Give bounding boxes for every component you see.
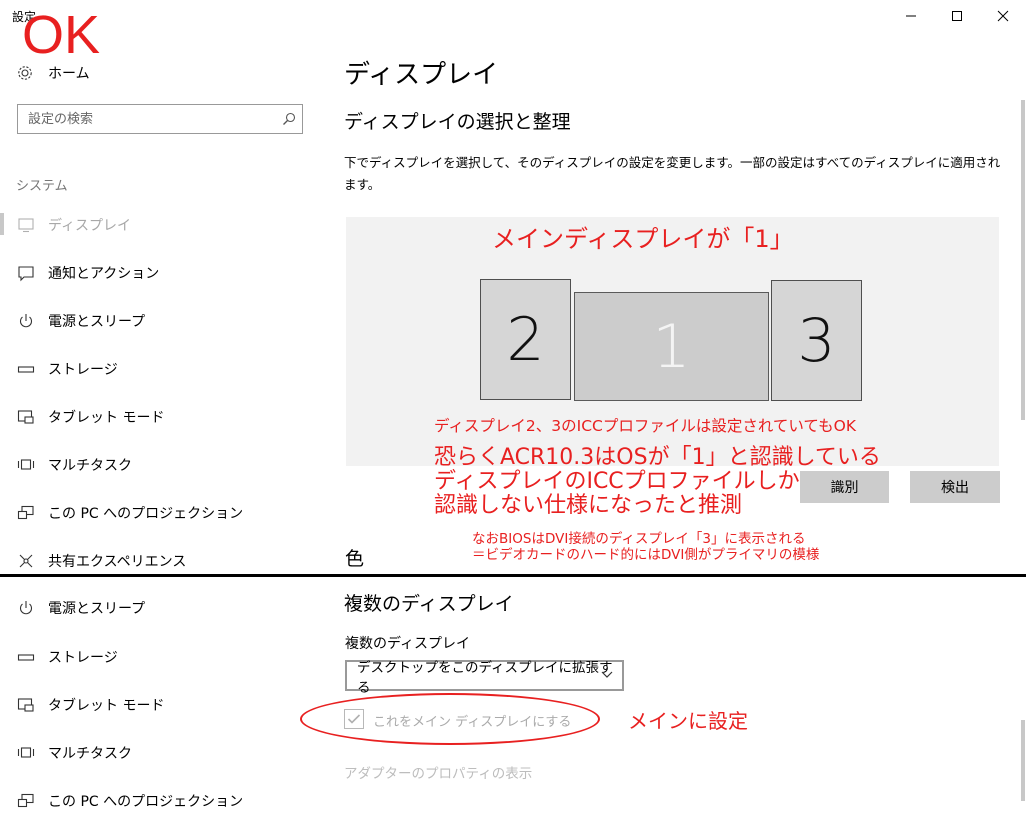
notification-icon — [18, 266, 34, 282]
maximize-icon — [952, 11, 962, 21]
sidebar-item-label: 通知とアクション — [48, 266, 160, 282]
sidebar-item-power-lower[interactable]: 電源とスリープ — [0, 596, 320, 620]
sidebar-item-label: 共有エクスペリエンス — [48, 554, 187, 570]
sidebar-item-label: この PC へのプロジェクション — [48, 794, 244, 810]
search-box[interactable] — [17, 104, 303, 134]
minimize-icon — [906, 15, 916, 17]
sidebar-item-label: マルチタスク — [48, 746, 132, 762]
multi-display-heading: 複数のディスプレイ — [344, 593, 514, 615]
sidebar-item-label: ストレージ — [48, 362, 118, 378]
power-icon — [20, 601, 32, 615]
annotation-acr-note: 恐らくACR10.3はOSが「1」と認識している ディスプレイのICCプロファイ… — [434, 445, 881, 518]
annotation-bios-note: なおBIOSはDVI接続のディスプレイ「3」に表示される ＝ビデオカードのハード… — [472, 531, 820, 563]
sidebar-item-projection[interactable]: この PC へのプロジェクション — [0, 501, 320, 525]
maximize-button[interactable] — [934, 0, 980, 32]
tablet-mode-icon — [17, 410, 34, 424]
monitor-icon — [18, 218, 34, 233]
gear-icon — [18, 66, 32, 80]
projection-icon — [17, 505, 34, 520]
sidebar-home[interactable]: ホーム — [16, 62, 316, 84]
sidebar-item-storage[interactable]: ストレージ — [0, 357, 320, 381]
search-input[interactable] — [18, 105, 268, 133]
multitask-icon — [17, 747, 35, 758]
screenshot-divider — [0, 574, 1026, 577]
multitask-icon — [17, 459, 35, 470]
section-title-arrange: ディスプレイの選択と整理 — [344, 111, 571, 133]
multi-display-label: 複数のディスプレイ — [345, 636, 471, 652]
sidebar-item-multitask[interactable]: マルチタスク — [0, 453, 320, 477]
annotation-ok: OK — [22, 5, 101, 65]
multi-display-select[interactable]: デスクトップをこのディスプレイに拡張する — [345, 660, 624, 696]
title-bar: 設定 — [0, 0, 1026, 32]
power-icon — [20, 314, 32, 328]
shared-experience-icon — [19, 554, 33, 568]
annotation-icc-note: ディスプレイ2、3のICCプロファイルは設定されていてもOK — [434, 417, 857, 435]
color-heading: 色 — [345, 548, 365, 570]
sidebar-item-projection-lower[interactable]: この PC へのプロジェクション — [0, 789, 320, 813]
sidebar-item-multitask-lower[interactable]: マルチタスク — [0, 741, 320, 765]
monitor-3[interactable]: 3 — [771, 280, 862, 401]
tablet-mode-icon — [17, 698, 34, 712]
storage-icon — [17, 654, 35, 661]
sidebar-item-shared-experience[interactable]: 共有エクスペリエンス — [0, 549, 320, 573]
sidebar-item-storage-lower[interactable]: ストレージ — [0, 645, 320, 669]
scrollbar-lower[interactable] — [1021, 720, 1025, 801]
annotation-set-main: メインに設定 — [628, 709, 748, 733]
sidebar-item-label: 電源とスリープ — [48, 314, 146, 330]
sidebar-item-label: 電源とスリープ — [48, 601, 146, 617]
annotation-ellipse — [300, 693, 600, 745]
adapter-properties-link[interactable]: アダプターのプロパティの表示 — [344, 762, 532, 782]
sidebar-item-label: マルチタスク — [48, 458, 132, 474]
annotation-main-display: メインディスプレイが「1」 — [492, 225, 794, 253]
close-button[interactable] — [980, 0, 1026, 32]
sidebar-item-label: ストレージ — [48, 650, 118, 666]
sidebar-item-label: タブレット モード — [48, 410, 165, 426]
monitor-1[interactable]: 1 — [574, 292, 769, 401]
sidebar-item-label: この PC へのプロジェクション — [48, 506, 244, 522]
sidebar-item-tablet-mode[interactable]: タブレット モード — [0, 405, 320, 429]
sidebar-item-tablet-mode-lower[interactable]: タブレット モード — [0, 693, 320, 717]
search-icon[interactable] — [282, 112, 296, 126]
scrollbar[interactable] — [1021, 100, 1025, 420]
close-icon — [997, 10, 1009, 22]
detect-button[interactable]: 検出 — [910, 471, 1000, 503]
sidebar-home-label: ホーム — [48, 66, 90, 82]
storage-icon — [17, 366, 35, 373]
sidebar-section-title: システム — [16, 179, 68, 194]
multi-display-select-value: デスクトップをこのディスプレイに拡張する — [357, 659, 613, 696]
sidebar-item-label: ディスプレイ — [48, 218, 132, 234]
minimize-button[interactable] — [888, 0, 934, 32]
sidebar-item-power[interactable]: 電源とスリープ — [0, 309, 320, 333]
chevron-down-icon — [601, 671, 613, 678]
sidebar-item-label: タブレット モード — [48, 698, 165, 714]
monitor-2[interactable]: 2 — [480, 279, 571, 400]
arrange-description: 下でディスプレイを選択して、そのディスプレイの設定を変更します。一部の設定はすべ… — [344, 155, 1001, 192]
sidebar-item-notifications[interactable]: 通知とアクション — [0, 261, 320, 285]
projection-icon — [17, 793, 34, 808]
page-title: ディスプレイ — [344, 60, 499, 90]
sidebar-item-display[interactable]: ディスプレイ — [0, 213, 320, 237]
